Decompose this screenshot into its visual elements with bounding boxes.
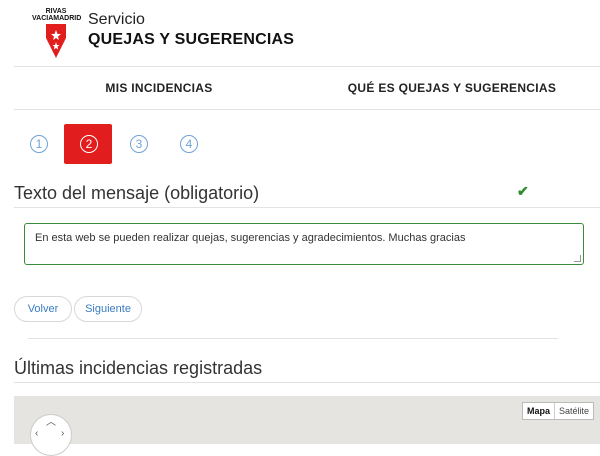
- main-nav: MIS INCIDENCIAS QUÉ ES QUEJAS Y SUGERENC…: [14, 66, 600, 110]
- step-number: 1: [30, 135, 48, 153]
- step-number: 4: [180, 135, 198, 153]
- resize-handle-icon[interactable]: [574, 255, 581, 262]
- message-text: En esta web se pueden realizar quejas, s…: [35, 232, 466, 244]
- message-label: Texto del mensaje (obligatorio): [14, 183, 260, 203]
- step-4[interactable]: 4: [166, 124, 214, 164]
- rivas-vaciamadrid-logo[interactable]: RIVAS VACIAMADRID: [32, 8, 82, 60]
- map-type-toggle: Mapa Satélite: [521, 402, 594, 420]
- logo-text: RIVAS VACIAMADRID: [32, 8, 82, 22]
- tab-what-is[interactable]: QUÉ ES QUEJAS Y SUGERENCIAS: [304, 67, 600, 109]
- step-2[interactable]: 2: [64, 124, 112, 164]
- coat-of-arms-icon: [46, 24, 66, 58]
- next-button[interactable]: Siguiente: [74, 296, 142, 322]
- pan-right-icon[interactable]: ›: [61, 429, 64, 439]
- pan-left-icon[interactable]: ‹: [35, 429, 38, 439]
- divider: [28, 338, 558, 339]
- back-button[interactable]: Volver: [14, 296, 72, 322]
- service-title: QUEJAS Y SUGERENCIAS: [88, 31, 295, 48]
- pan-control[interactable]: ︿ ‹ ›: [30, 414, 72, 456]
- map-type-satellite-button[interactable]: Satélite: [555, 403, 593, 419]
- tab-my-incidents[interactable]: MIS INCIDENCIAS: [14, 67, 304, 109]
- divider: [14, 382, 600, 383]
- app-header: RIVAS VACIAMADRID Servicio QUEJAS Y SUGE…: [0, 0, 600, 66]
- step-number: 3: [130, 135, 148, 153]
- recent-incidents-title: Últimas incidencias registradas: [14, 358, 263, 378]
- divider: [14, 207, 600, 208]
- service-label: Servicio: [88, 11, 145, 28]
- map-type-map-button[interactable]: Mapa: [523, 403, 555, 419]
- map-view[interactable]: Mapa Satélite ︿ ‹ ›: [14, 396, 600, 456]
- check-icon: ✔: [517, 183, 529, 199]
- step-3[interactable]: 3: [116, 124, 164, 164]
- pan-up-icon[interactable]: ︿: [46, 418, 56, 428]
- step-1[interactable]: 1: [16, 124, 64, 164]
- step-number: 2: [80, 135, 98, 153]
- message-textarea[interactable]: En esta web se pueden realizar quejas, s…: [24, 223, 584, 265]
